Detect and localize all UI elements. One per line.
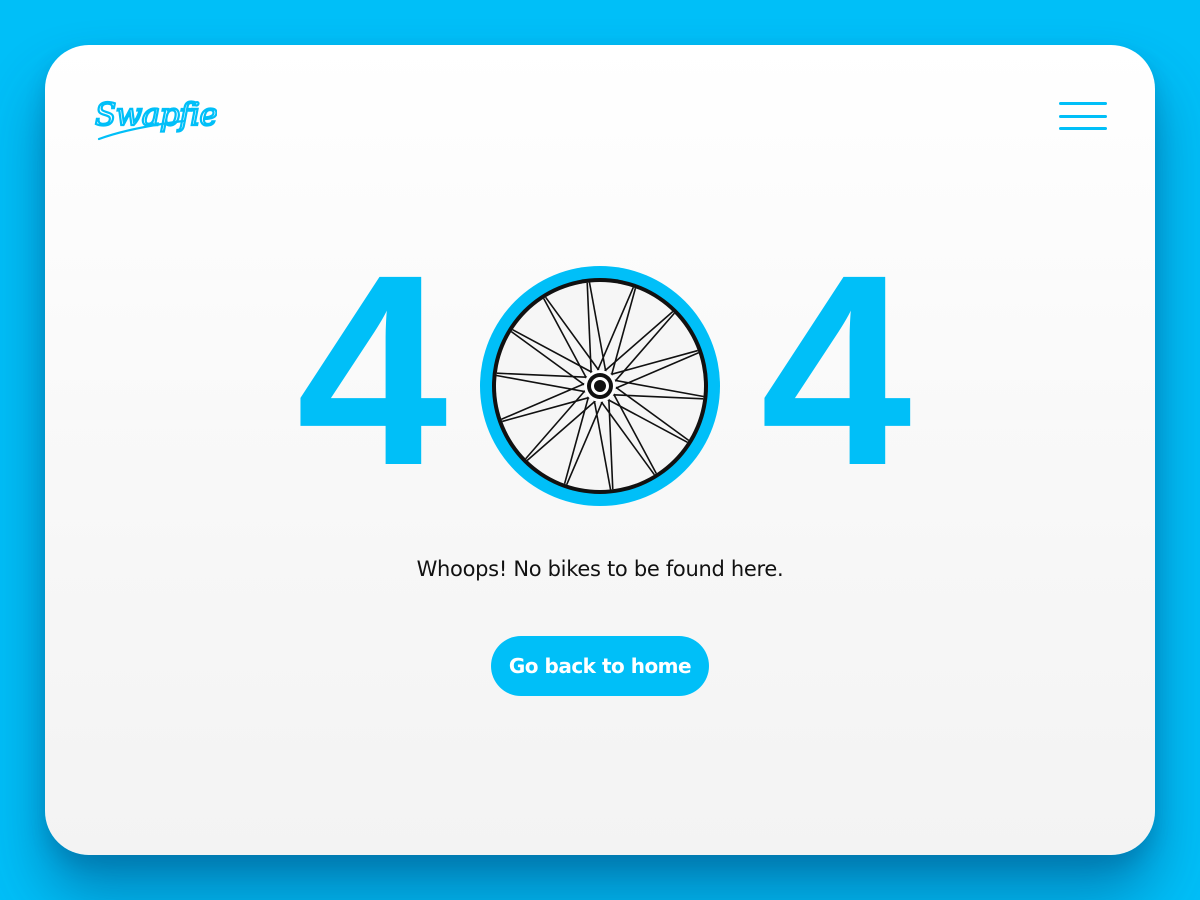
hamburger-menu-icon	[1059, 127, 1107, 130]
logo-wordmark: Swapfiets	[95, 97, 217, 133]
error-card: Swapfiets 4 4 Whoops! No bikes to be fou…	[45, 45, 1155, 855]
error-digit-right: 4	[760, 218, 911, 522]
bicycle-wheel-icon	[480, 266, 720, 506]
menu-button[interactable]	[1059, 101, 1107, 133]
error-digit-left: 4	[296, 218, 447, 522]
swapfiets-logo-icon: Swapfiets	[94, 96, 217, 141]
hamburger-menu-icon	[1059, 102, 1107, 105]
swapfiets-logo[interactable]: Swapfiets	[91, 85, 217, 147]
error-message: Whoops! No bikes to be found here.	[416, 557, 784, 581]
go-home-button[interactable]: Go back to home	[491, 636, 709, 696]
hamburger-menu-icon	[1059, 115, 1107, 118]
wheel-axle	[594, 380, 606, 392]
